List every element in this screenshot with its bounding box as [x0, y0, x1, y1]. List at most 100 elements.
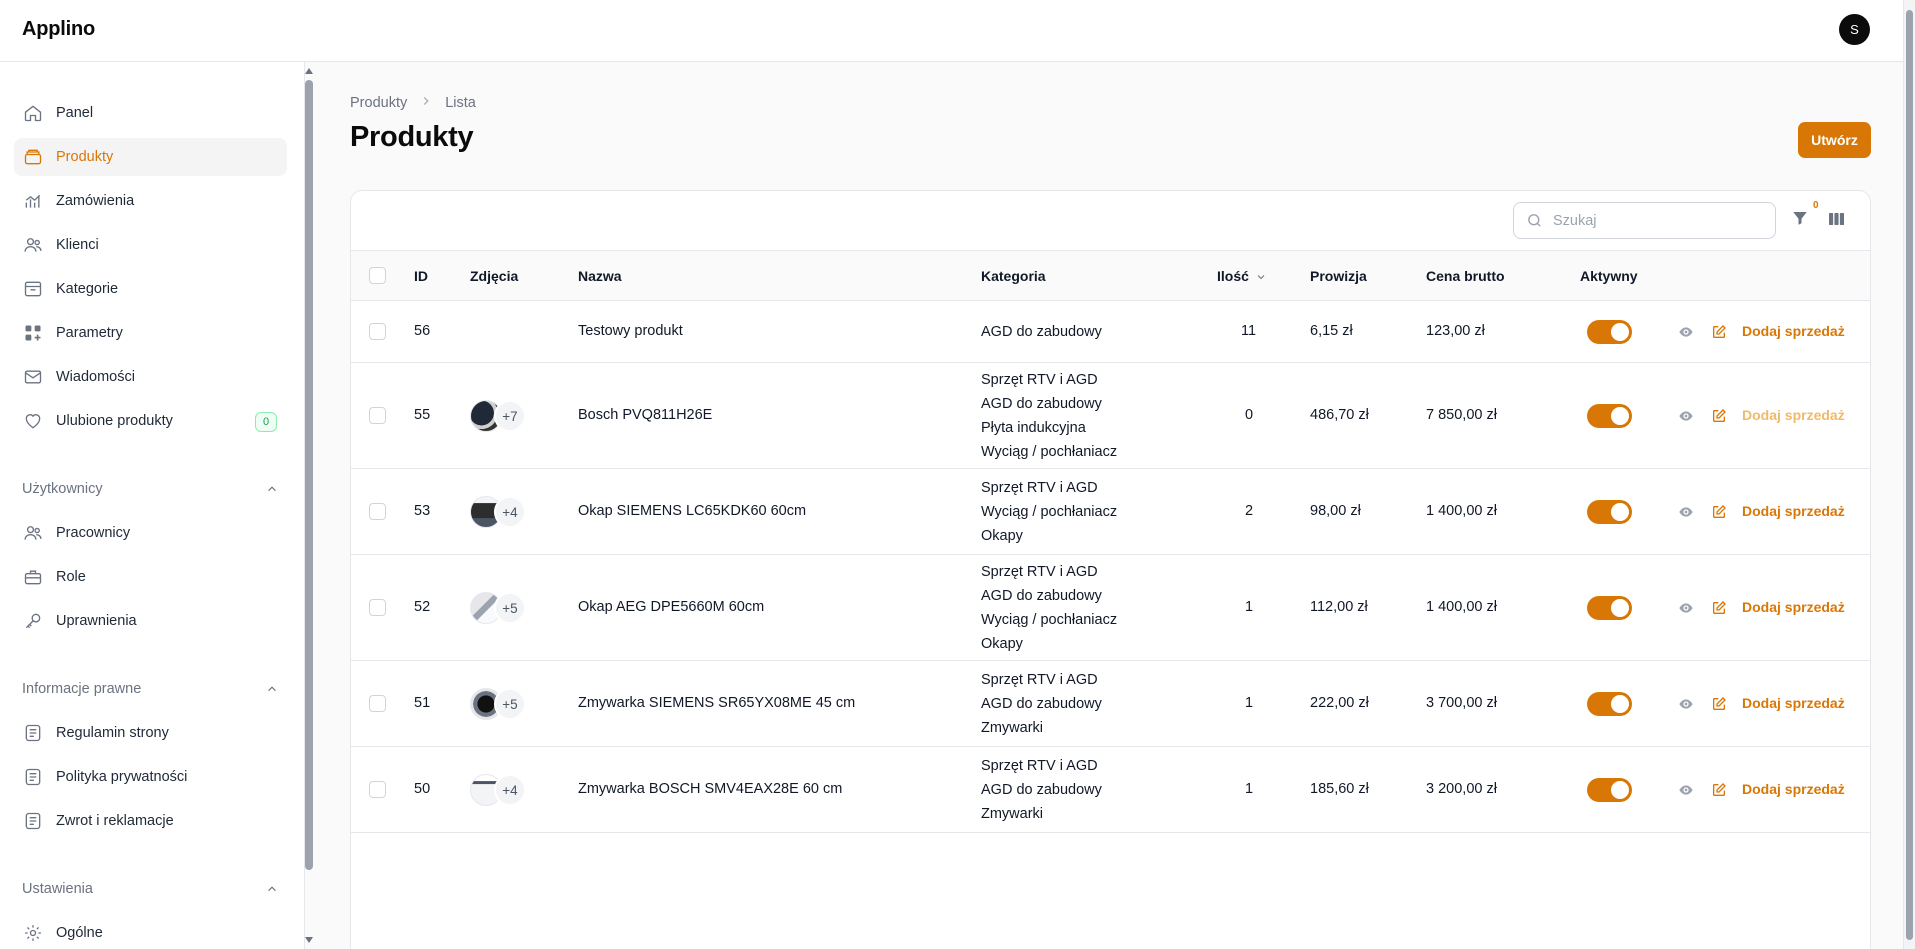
- add-sale-link[interactable]: Dodaj sprzedaż: [1742, 503, 1845, 519]
- view-icon[interactable]: [1678, 324, 1694, 340]
- filter-button[interactable]: [1791, 209, 1811, 229]
- row-checkbox[interactable]: [369, 323, 386, 340]
- more-images-count[interactable]: +5: [494, 592, 526, 624]
- app-logo[interactable]: Applino: [22, 18, 95, 41]
- edit-icon[interactable]: [1711, 408, 1727, 424]
- sidebar-item-ulubione[interactable]: Ulubione produkty 0: [14, 402, 287, 440]
- column-header-name[interactable]: Nazwa: [578, 268, 622, 284]
- table-row: 52 +5 Okap AEG DPE5660M 60cm Sprzęt RTV …: [351, 555, 1870, 661]
- column-header-active[interactable]: Aktywny: [1580, 268, 1638, 284]
- sidebar-scroll-thumb[interactable]: [305, 80, 313, 870]
- active-toggle[interactable]: [1587, 778, 1632, 802]
- sidebar-item-kategorie[interactable]: Kategorie: [14, 270, 287, 308]
- search-input[interactable]: [1553, 212, 1753, 229]
- view-icon[interactable]: [1678, 782, 1694, 798]
- product-name[interactable]: Okap AEG DPE5660M 60cm: [578, 599, 764, 615]
- product-name[interactable]: Zmywarka SIEMENS SR65YX08ME 45 cm: [578, 695, 855, 711]
- active-toggle[interactable]: [1587, 692, 1632, 716]
- product-images[interactable]: +7: [470, 400, 526, 432]
- add-sale-link[interactable]: Dodaj sprzedaż: [1742, 323, 1845, 339]
- view-icon[interactable]: [1678, 408, 1694, 424]
- search-box[interactable]: [1513, 202, 1776, 239]
- edit-icon[interactable]: [1711, 782, 1727, 798]
- breadcrumb-item-lista: Lista: [445, 95, 476, 111]
- add-sale-link[interactable]: Dodaj sprzedaż: [1742, 599, 1845, 615]
- chevron-up-icon: [268, 486, 276, 492]
- sidebar-item-label: Ogólne: [56, 925, 103, 941]
- row-checkbox[interactable]: [369, 407, 386, 424]
- sidebar-item-ogolne[interactable]: Ogólne: [14, 914, 287, 949]
- column-header-category[interactable]: Kategoria: [981, 268, 1046, 284]
- sidebar-item-uprawnienia[interactable]: Uprawnienia: [14, 602, 287, 640]
- add-sale-link[interactable]: Dodaj sprzedaż: [1742, 407, 1845, 423]
- nav-group-informacje-prawne[interactable]: Informacje prawne: [22, 677, 279, 701]
- row-checkbox[interactable]: [369, 781, 386, 798]
- sidebar-item-wiadomosci[interactable]: Wiadomości: [14, 358, 287, 396]
- row-checkbox[interactable]: [369, 503, 386, 520]
- active-toggle[interactable]: [1587, 500, 1632, 524]
- sidebar-item-parametry[interactable]: Parametry: [14, 314, 287, 352]
- category-label: AGD do zabudowy: [981, 782, 1102, 798]
- sidebar-item-zwrot[interactable]: Zwrot i reklamacje: [14, 802, 287, 840]
- sidebar-item-label: Pracownicy: [56, 525, 131, 541]
- more-images-count[interactable]: +7: [494, 400, 526, 432]
- scroll-down-arrow[interactable]: [305, 937, 313, 943]
- table-row: 56 Testowy produkt AGD do zabudowy 11 6,…: [351, 301, 1870, 363]
- product-categories: Sprzęt RTV i AGD AGD do zabudowy Zmywark…: [981, 668, 1102, 740]
- active-toggle[interactable]: [1587, 596, 1632, 620]
- active-toggle[interactable]: [1587, 320, 1632, 344]
- product-images[interactable]: +5: [470, 592, 526, 624]
- create-button[interactable]: Utwórz: [1798, 122, 1871, 158]
- product-images[interactable]: +5: [470, 688, 526, 720]
- view-icon[interactable]: [1678, 504, 1694, 520]
- category-label: Okapy: [981, 636, 1023, 652]
- sidebar-item-produkty[interactable]: Produkty: [14, 138, 287, 176]
- page-scrollbar[interactable]: [1903, 0, 1915, 949]
- row-checkbox[interactable]: [369, 599, 386, 616]
- product-images[interactable]: +4: [470, 774, 526, 806]
- view-icon[interactable]: [1678, 696, 1694, 712]
- active-toggle[interactable]: [1587, 404, 1632, 428]
- row-checkbox[interactable]: [369, 695, 386, 712]
- add-sale-link[interactable]: Dodaj sprzedaż: [1742, 695, 1845, 711]
- add-sale-link[interactable]: Dodaj sprzedaż: [1742, 781, 1845, 797]
- more-images-count[interactable]: +5: [494, 688, 526, 720]
- sidebar-scrollbar[interactable]: [303, 62, 317, 949]
- nav-group-ustawienia[interactable]: Ustawienia: [22, 877, 279, 901]
- column-header-qty[interactable]: Ilość: [1217, 268, 1267, 284]
- column-header-commission[interactable]: Prowizja: [1310, 268, 1367, 284]
- product-name[interactable]: Zmywarka BOSCH SMV4EAX28E 60 cm: [578, 781, 842, 797]
- product-images[interactable]: +4: [470, 496, 526, 528]
- nav-group-uzytkownicy[interactable]: Użytkownicy: [22, 477, 279, 501]
- table-row: 51 +5 Zmywarka SIEMENS SR65YX08ME 45 cm …: [351, 661, 1870, 747]
- product-name[interactable]: Okap SIEMENS LC65KDK60 60cm: [578, 503, 806, 519]
- sidebar-item-klienci[interactable]: Klienci: [14, 226, 287, 264]
- chevron-right-icon: [419, 94, 433, 112]
- page-scroll-thumb[interactable]: [1906, 10, 1913, 940]
- product-name[interactable]: Bosch PVQ811H26E: [578, 407, 712, 423]
- more-images-count[interactable]: +4: [494, 774, 526, 806]
- more-images-count[interactable]: +4: [494, 496, 526, 528]
- category-label: Sprzęt RTV i AGD: [981, 372, 1098, 388]
- product-name[interactable]: Testowy produkt: [578, 323, 683, 339]
- scroll-up-arrow[interactable]: [305, 68, 313, 74]
- edit-icon[interactable]: [1711, 324, 1727, 340]
- user-avatar[interactable]: S: [1839, 14, 1870, 45]
- sidebar-item-pracownicy[interactable]: Pracownicy: [14, 514, 287, 552]
- sidebar-item-regulamin[interactable]: Regulamin strony: [14, 714, 287, 752]
- sidebar-item-polityka[interactable]: Polityka prywatności: [14, 758, 287, 796]
- sidebar-item-panel[interactable]: Panel: [14, 94, 287, 132]
- columns-button[interactable]: [1827, 210, 1847, 228]
- edit-icon[interactable]: [1711, 696, 1727, 712]
- sidebar-item-zamowienia[interactable]: Zamówienia: [14, 182, 287, 220]
- breadcrumb-item-produkty[interactable]: Produkty: [350, 95, 407, 111]
- view-icon[interactable]: [1678, 600, 1694, 616]
- edit-icon[interactable]: [1711, 504, 1727, 520]
- edit-icon[interactable]: [1711, 600, 1727, 616]
- product-commission: 185,60 zł: [1310, 781, 1369, 797]
- sidebar-item-role[interactable]: Role: [14, 558, 287, 596]
- column-header-price[interactable]: Cena brutto: [1426, 268, 1505, 284]
- column-header-id[interactable]: ID: [414, 268, 428, 284]
- select-all-checkbox[interactable]: [369, 267, 386, 284]
- columns-icon: [1829, 213, 1844, 225]
